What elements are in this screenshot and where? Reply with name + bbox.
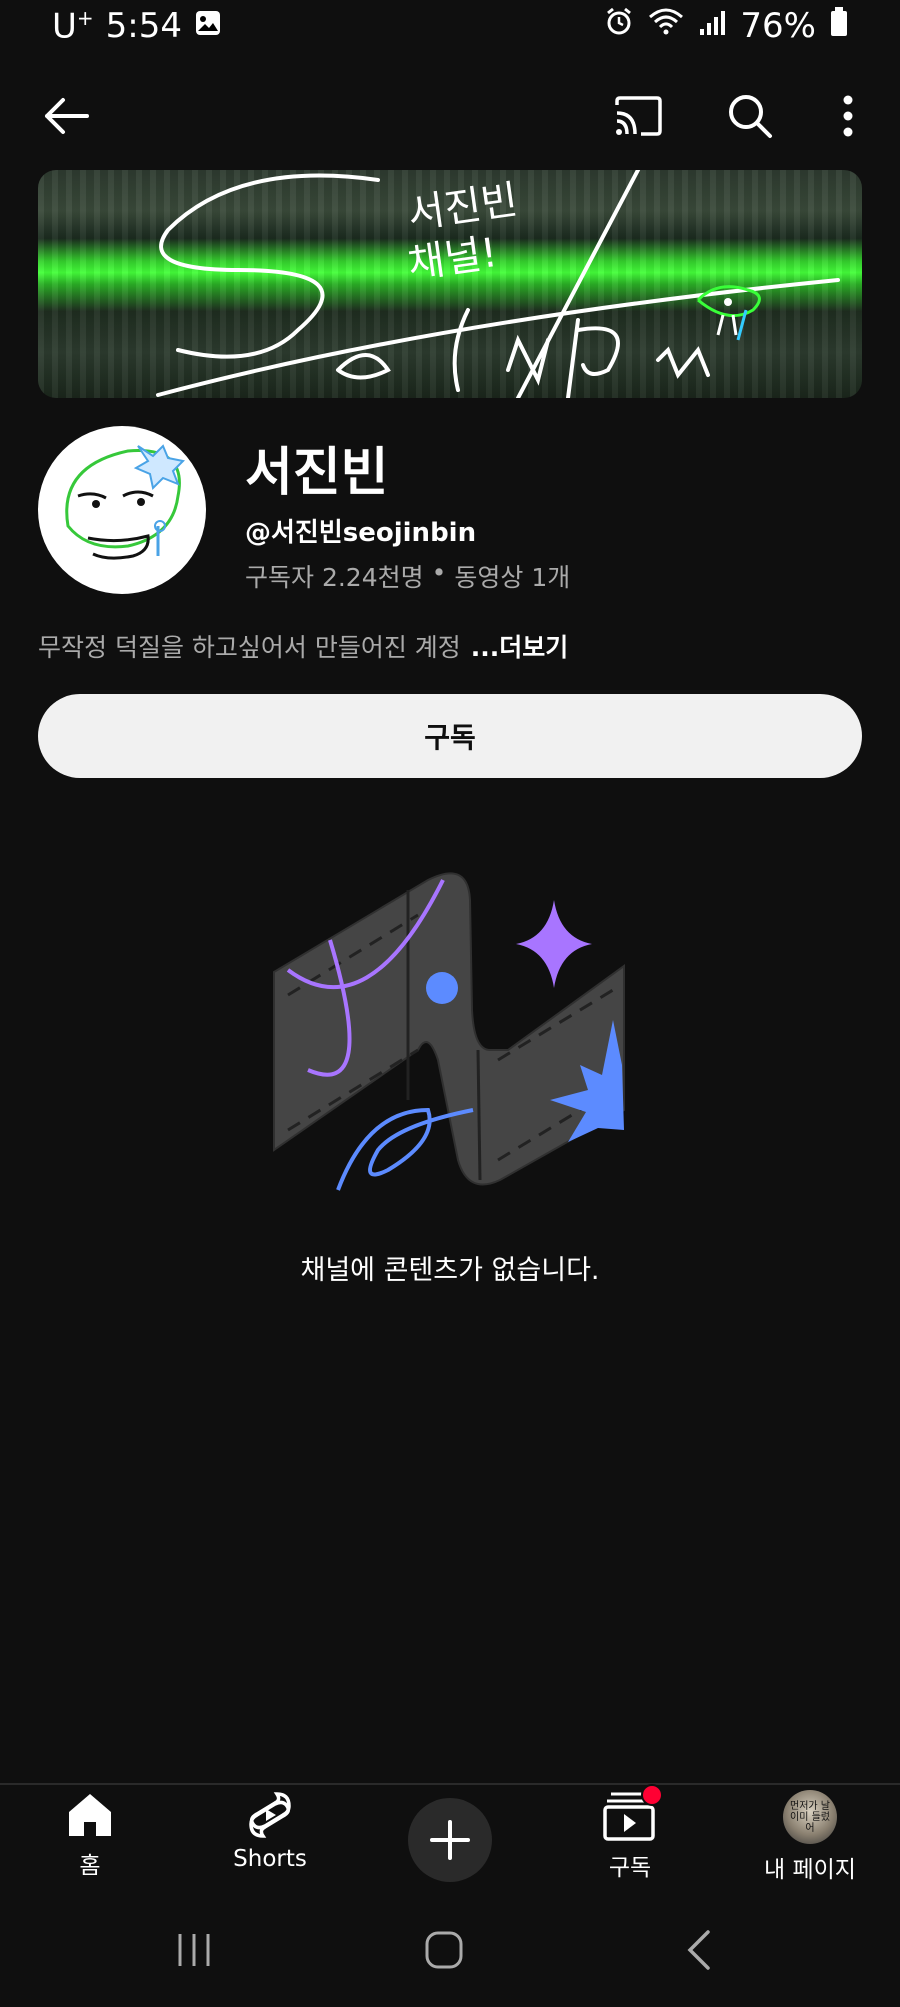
channel-stats: 구독자 2.24천명 • 동영상 1개 [245,558,570,594]
wifi-icon [648,6,684,46]
stats-separator: • [431,558,447,587]
create-button-circle[interactable] [408,1798,492,1882]
channel-handle: @서진빈seojinbin [245,518,477,548]
home-square-icon [425,1931,463,1969]
profile-avatar-text: 먼저가 날이미 들렀어 [790,1800,830,1834]
cast-button[interactable] [610,88,666,144]
recent-apps-icon [178,1934,210,1966]
status-bar-right: 76% [604,6,848,46]
video-count: 동영상 1개 [454,563,571,592]
back-system-button[interactable] [684,1928,714,1976]
nav-subscriptions[interactable]: 구독 [555,1784,705,1882]
notification-dot [641,1784,663,1806]
channel-description[interactable]: 무작정 덕질을 하고싶어서 만들어진 계정 ...더보기 [38,628,568,664]
home-icon [69,1794,111,1836]
battery-icon [830,6,848,46]
clock: 5:54 [105,6,183,47]
chevron-left-icon [687,1930,710,1970]
svg-text:서진빈: 서진빈 [405,177,521,238]
nav-create[interactable] [375,1798,525,1882]
arrow-left-icon [45,98,89,134]
avatar-drawing [65,444,186,560]
more-link[interactable]: ...더보기 [471,628,569,664]
more-options-button[interactable] [826,88,870,144]
nav-you[interactable]: 먼저가 날이미 들렀어 내 페이지 [735,1790,885,1884]
nav-shorts[interactable]: Shorts [195,1790,345,1872]
nav-you-label: 내 페이지 [764,1857,856,1883]
channel-name: 서진빈 [245,443,389,503]
nav-subscriptions-label: 구독 [608,1855,652,1881]
create-plus-icon [430,1820,470,1860]
cast-icon [615,96,662,136]
status-bar-left: U+ 5:54 [52,6,222,46]
search-button[interactable] [722,88,778,144]
home-system-button[interactable] [424,1929,464,1975]
gallery-notification-icon [194,6,222,46]
nav-home-label: 홈 [79,1853,101,1879]
banner-art: 서진빈 채널! [156,170,840,398]
recent-apps-button[interactable] [174,1930,214,1974]
empty-state-illustration [268,860,630,1200]
empty-state-message: 채널에 콘텐츠가 없습니다. [300,1255,600,1286]
signal-icon [698,6,726,46]
shorts-icon [249,1792,291,1838]
battery-level: 76% [740,6,816,46]
carrier-label: U+ [52,6,94,47]
nav-home[interactable]: 홈 [15,1790,165,1880]
alarm-icon [604,6,634,46]
profile-avatar: 먼저가 날이미 들렀어 [783,1790,837,1844]
description-text: 무작정 덕질을 하고싶어서 만들어진 계정 [38,633,461,662]
subscriber-count: 구독자 2.24천명 [245,563,424,592]
channel-avatar[interactable] [38,426,206,594]
nav-shorts-label: Shorts [233,1846,307,1872]
search-icon [729,95,772,138]
subscribe-button[interactable]: 구독 [38,694,862,778]
more-vert-icon [843,95,853,137]
channel-banner: 서진빈 채널! [38,170,862,398]
back-button[interactable] [38,88,94,144]
svg-text:채널!: 채널! [405,230,500,288]
